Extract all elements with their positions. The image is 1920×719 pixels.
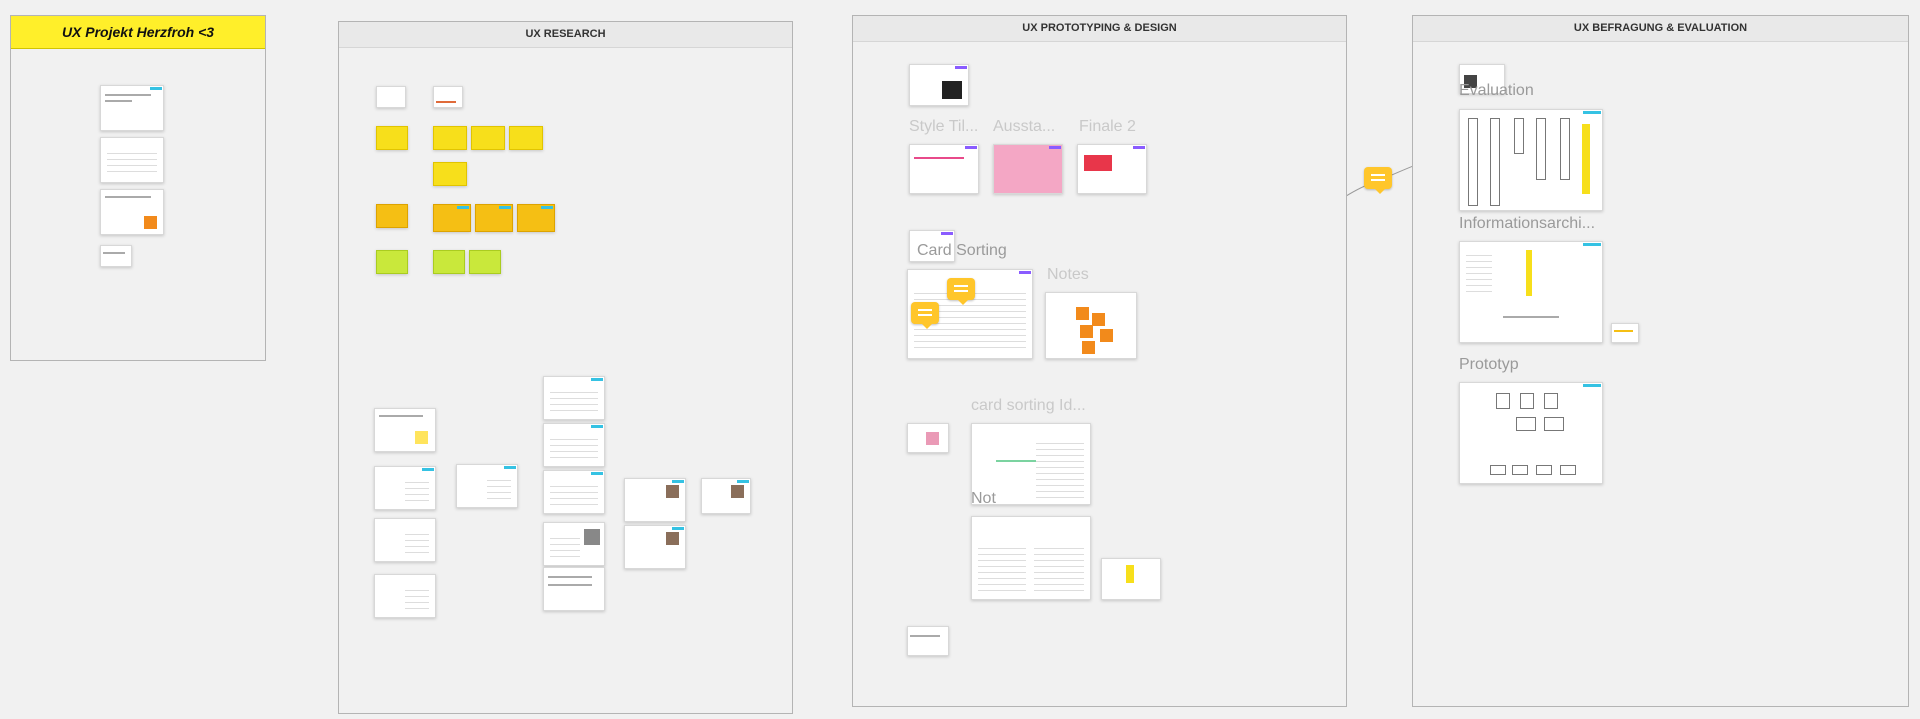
- information-architecture-board[interactable]: [1459, 241, 1603, 343]
- frame-prototyping-title: UX PROTOTYPING & DESIGN: [853, 16, 1346, 42]
- board-thumbnail[interactable]: [624, 525, 686, 569]
- board-thumbnail[interactable]: [376, 86, 406, 108]
- board-thumbnail[interactable]: [1101, 558, 1161, 600]
- comment-icon[interactable]: [947, 278, 975, 305]
- label-not: Not: [971, 490, 996, 507]
- board-thumbnail[interactable]: [543, 522, 605, 566]
- board-thumbnail[interactable]: [475, 204, 513, 232]
- board-thumbnail[interactable]: [971, 516, 1091, 600]
- board-thumbnail[interactable]: [376, 250, 408, 274]
- label-card-sorting: Card Sorting: [917, 242, 1007, 259]
- board-thumbnail[interactable]: [1077, 144, 1147, 194]
- frame-project[interactable]: UX Projekt Herzfroh <3: [10, 15, 266, 361]
- label-prototyp: Prototyp: [1459, 356, 1519, 373]
- board-thumbnail[interactable]: [433, 250, 465, 274]
- board-thumbnail[interactable]: [100, 189, 164, 235]
- board-thumbnail[interactable]: [509, 126, 543, 150]
- board-thumbnail[interactable]: [433, 204, 471, 232]
- board-thumbnail[interactable]: [907, 626, 949, 656]
- board-thumbnail[interactable]: [469, 250, 501, 274]
- board-thumbnail[interactable]: [374, 518, 436, 562]
- label-finale: Finale 2: [1079, 118, 1136, 135]
- board-thumbnail[interactable]: [517, 204, 555, 232]
- board-thumbnail[interactable]: [376, 126, 408, 150]
- board-thumbnail[interactable]: [374, 408, 436, 452]
- comment-icon[interactable]: [1364, 167, 1392, 194]
- board-thumbnail[interactable]: [100, 245, 132, 267]
- prototype-board[interactable]: [1459, 382, 1603, 484]
- board-thumbnail[interactable]: [543, 423, 605, 467]
- board-thumbnail[interactable]: [100, 137, 164, 183]
- board-thumbnail[interactable]: [543, 470, 605, 514]
- board-thumbnail[interactable]: [993, 144, 1063, 194]
- board-thumbnail[interactable]: [376, 204, 408, 228]
- board-thumbnail[interactable]: [471, 126, 505, 150]
- board-thumbnail[interactable]: [100, 85, 164, 131]
- label-card-sorting-id: card sorting Id...: [971, 397, 1086, 414]
- frame-research-title: UX RESEARCH: [339, 22, 792, 48]
- board-thumbnail[interactable]: [433, 86, 463, 108]
- board-thumbnail[interactable]: [374, 574, 436, 618]
- frame-evaluation-title: UX BEFRAGUNG & EVALUATION: [1413, 16, 1908, 42]
- board-thumbnail[interactable]: [456, 464, 518, 508]
- label-informationsarchi: Informationsarchi...: [1459, 215, 1596, 232]
- board-thumbnail[interactable]: [624, 478, 686, 522]
- frame-research[interactable]: UX RESEARCH: [338, 21, 793, 714]
- board-thumbnail[interactable]: [909, 64, 969, 106]
- label-aussta: Aussta...: [993, 118, 1056, 135]
- board-thumbnail[interactable]: [909, 144, 979, 194]
- board-thumbnail[interactable]: [543, 567, 605, 611]
- board-thumbnail[interactable]: [543, 376, 605, 420]
- label-evaluation: Evaluation: [1459, 82, 1534, 99]
- frame-evaluation[interactable]: UX BEFRAGUNG & EVALUATION Evaluation Inf…: [1412, 15, 1909, 707]
- board-thumbnail[interactable]: [374, 466, 436, 510]
- label-style-tiles: Style Til...: [909, 118, 979, 135]
- board-thumbnail[interactable]: [433, 126, 467, 150]
- board-thumbnail[interactable]: [1611, 323, 1639, 343]
- frame-project-title: UX Projekt Herzfroh <3: [11, 16, 265, 49]
- frame-prototyping[interactable]: UX PROTOTYPING & DESIGN Style Til... Aus…: [852, 15, 1347, 707]
- board-thumbnail[interactable]: [701, 478, 751, 514]
- evaluation-board[interactable]: [1459, 109, 1603, 211]
- notes-board[interactable]: [1045, 292, 1137, 359]
- board-thumbnail[interactable]: [433, 162, 467, 186]
- comment-icon[interactable]: [911, 302, 939, 329]
- board-thumbnail[interactable]: [907, 423, 949, 453]
- label-notes: Notes: [1047, 266, 1089, 283]
